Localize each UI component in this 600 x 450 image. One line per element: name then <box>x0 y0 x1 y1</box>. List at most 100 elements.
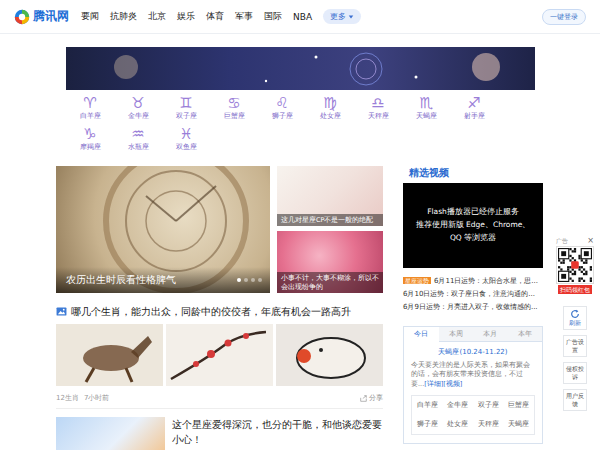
plum-picture[interactable] <box>166 324 273 386</box>
zodiac-symbol-icon: ♍ <box>323 94 336 112</box>
zodiac-item[interactable]: ♐射手座 <box>450 94 498 125</box>
qr-code-icon <box>558 248 592 282</box>
horse-picture[interactable] <box>56 324 163 386</box>
tencent-logo-icon <box>14 9 30 25</box>
zodiac-item[interactable]: ♉金牛座 <box>114 94 162 125</box>
qr-caption[interactable]: 扫码领红包 <box>558 285 592 294</box>
ad-label-row: 广告× <box>556 236 594 245</box>
zodiac-item[interactable]: ♋巨蟹座 <box>210 94 258 125</box>
slide-dot[interactable] <box>258 278 262 282</box>
zodiac-item[interactable]: ♌狮子座 <box>258 94 306 125</box>
article-pictures <box>56 324 383 386</box>
sign-link[interactable]: 处女座 <box>443 415 474 434</box>
qr-code[interactable] <box>556 246 594 284</box>
article-meta: 12生肖7小时前分享 <box>56 393 383 403</box>
horse-icon <box>56 324 163 386</box>
nav-item[interactable]: 北京 <box>148 10 166 23</box>
sign-link[interactable]: 金牛座 <box>443 396 474 415</box>
fortune-sign[interactable]: 天蝎座(10.24-11.22) <box>411 347 535 358</box>
fortune-tab[interactable]: 本周 <box>439 327 474 342</box>
sign-link[interactable]: 天秤座 <box>473 415 504 434</box>
refresh-button[interactable]: 刷新 <box>563 306 587 330</box>
nav-item[interactable]: 体育 <box>206 10 224 23</box>
fortune-tab[interactable]: 本年 <box>508 327 543 342</box>
zodiac-item[interactable]: ♓双鱼座 <box>162 125 210 156</box>
zodiac-item[interactable]: ♊双子座 <box>162 94 210 125</box>
zodiac-item[interactable]: ♎天秤座 <box>354 94 402 125</box>
fortune-link[interactable]: [详细] <box>424 380 443 388</box>
zodiac-symbol-icon: ♈ <box>83 94 96 112</box>
side-link[interactable]: 广告设置 <box>563 335 587 357</box>
login-button[interactable]: 一键登录 <box>542 9 586 25</box>
zodiac-grid: ♈白羊座♉金牛座♊双子座♋巨蟹座♌狮子座♍处女座♎天秤座♏天蝎座♐射手座 ♑摩羯座… <box>66 94 600 156</box>
pig-icon <box>276 324 383 386</box>
zodiac-item[interactable]: ♈白羊座 <box>66 94 114 125</box>
article-title[interactable]: 哪几个生肖，能力出众，同龄中的佼佼者，年底有机会一路高升 <box>56 305 383 318</box>
fortune-link[interactable]: [视频] <box>443 380 462 388</box>
nav-item[interactable]: 抗肺炎 <box>110 10 137 23</box>
nav-item[interactable]: NBA <box>293 12 312 22</box>
feature-caption: 农历出生时辰看性格脾气 <box>56 267 270 293</box>
article-thumbnail[interactable] <box>56 417 165 450</box>
side-link[interactable]: 侵权投诉 <box>563 362 587 384</box>
fortune-tab[interactable]: 今日 <box>404 327 439 342</box>
page: 腾讯网要闻抗肺炎北京娱乐体育军事国际NBA更多一键登录♈白羊座♉金牛座♊双子座♋… <box>0 0 600 450</box>
refresh-icon <box>570 309 580 319</box>
sign-link[interactable]: 天蝎座 <box>504 415 535 434</box>
sign-link[interactable]: 白羊座 <box>412 396 443 415</box>
zodiac-symbol-icon: ♌ <box>275 94 288 112</box>
share-button[interactable]: 分享 <box>360 393 383 403</box>
fortune-tab[interactable]: 本月 <box>473 327 508 342</box>
slide-dot[interactable] <box>244 278 248 282</box>
zodiac-item[interactable]: ♒水瓶座 <box>114 125 162 156</box>
nav-item[interactable]: 娱乐 <box>177 10 195 23</box>
slide-dot[interactable] <box>251 278 255 282</box>
zodiac-symbol-icon: ♉ <box>131 94 144 112</box>
news-column: 农历出生时辰看性格脾气 这几对星座CP不是一般的绝配小事不计，大事不糊涂，所以不会… <box>56 166 383 450</box>
video-item[interactable]: 星座运势6月11日运势：太阳合水星，思... <box>403 274 543 288</box>
article: 这个星座爱得深沉，也分的干脆，和他谈恋爱要小心！ <box>56 417 383 450</box>
slide-dots <box>237 278 262 282</box>
article-title[interactable]: 这个星座爱得深沉，也分的干脆，和他谈恋爱要小心！ <box>172 417 383 450</box>
feature-card[interactable]: 农历出生时辰看性格脾气 <box>56 166 270 293</box>
main-content: 农历出生时辰看性格脾气 这几对星座CP不是一般的绝配小事不计，大事不糊涂，所以不会… <box>56 166 600 450</box>
zodiac-symbol-icon: ♓ <box>179 125 192 143</box>
side-link[interactable]: 用户反馈 <box>563 389 587 411</box>
video-item[interactable]: 6月10日运势：双子座日食，注意沟通的... <box>403 288 543 301</box>
video-badge: 星座运势 <box>403 277 431 284</box>
article-tag[interactable]: 12生肖 <box>56 393 79 403</box>
zodiac-item[interactable]: ♍处女座 <box>306 94 354 125</box>
video-item[interactable]: 6月9日运势：月亮进入双子，收敛情感的... <box>403 301 543 314</box>
video-player[interactable]: Flash播放器已经停止服务推荐使用新版 Edge、Chrome、QQ 等浏览器 <box>403 183 543 268</box>
logo[interactable]: 腾讯网 <box>14 8 69 25</box>
sign-link[interactable]: 巨蟹座 <box>504 396 535 415</box>
sign-link[interactable]: 狮子座 <box>412 415 443 434</box>
nav-item[interactable]: 要闻 <box>81 10 99 23</box>
picture-icon <box>56 307 67 316</box>
zodiac-symbol-icon: ♒ <box>131 125 144 143</box>
ad-banner[interactable] <box>66 47 535 90</box>
article: 哪几个生肖，能力出众，同龄中的佼佼者，年底有机会一路高升 12生肖7小时前分享 <box>56 305 383 409</box>
zodiac-item[interactable]: ♑摩羯座 <box>66 125 114 156</box>
nav-item[interactable]: 国际 <box>264 10 282 23</box>
banner-art-icon <box>66 47 535 90</box>
slide-dot[interactable] <box>237 278 241 282</box>
zodiac-symbol-icon: ♋ <box>227 94 240 112</box>
side-card[interactable]: 这几对星座CP不是一般的绝配 <box>277 166 383 226</box>
more-button[interactable]: 更多 <box>323 9 361 24</box>
pig-picture[interactable] <box>276 324 383 386</box>
close-button[interactable]: × <box>587 236 594 245</box>
share-icon <box>360 395 367 402</box>
fortune-box: 今日本周本月本年天蝎座(10.24-11.22)今天要关注的是人际关系，如果有聚… <box>403 326 543 444</box>
side-card[interactable]: 小事不计，大事不糊涂，所以不会出现纷争的 <box>277 231 383 293</box>
zodiac-symbol-icon: ♎ <box>371 94 384 112</box>
zodiac-item[interactable]: ♏天蝎座 <box>402 94 450 125</box>
sign-grid: 白羊座金牛座双子座巨蟹座狮子座处女座天秤座天蝎座 <box>411 395 535 435</box>
nav-item[interactable]: 军事 <box>235 10 253 23</box>
nav-menu: 要闻抗肺炎北京娱乐体育军事国际 NBA 更多 <box>81 9 361 24</box>
top-nav: 腾讯网要闻抗肺炎北京娱乐体育军事国际 NBA 更多 一键登录 <box>0 0 600 34</box>
plum-branch-icon <box>166 324 273 386</box>
zodiac-symbol-icon: ♐ <box>467 94 480 112</box>
sign-link[interactable]: 双子座 <box>473 396 504 415</box>
video-list: 星座运势6月11日运势：太阳合水星，思...6月10日运势：双子座日食，注意沟通… <box>403 274 543 314</box>
